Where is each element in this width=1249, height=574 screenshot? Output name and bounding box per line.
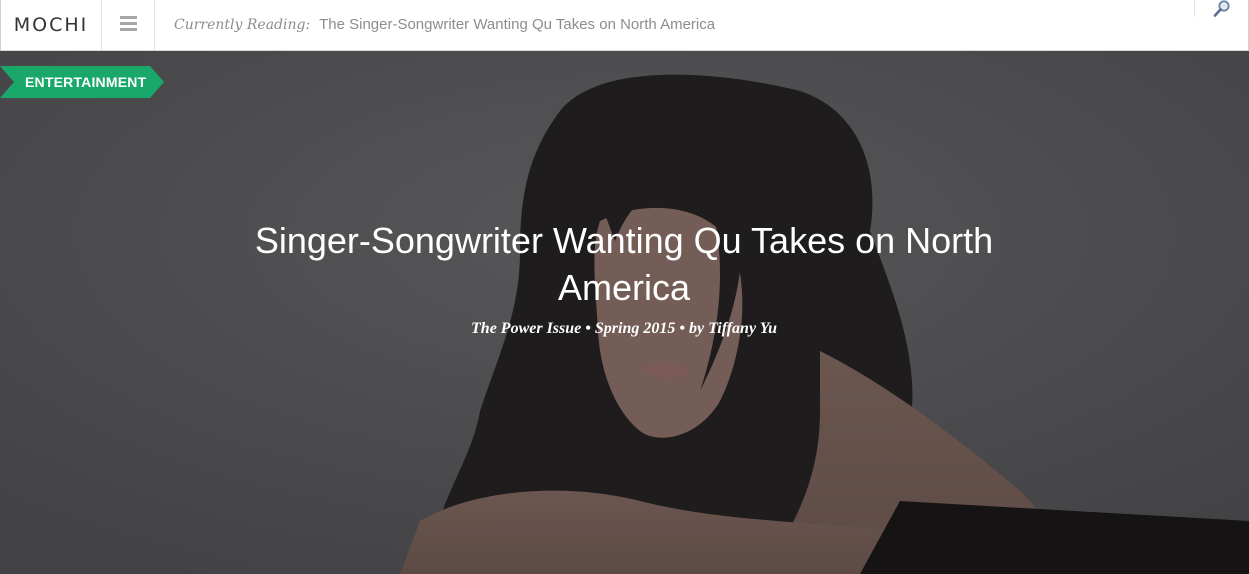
currently-reading-label: Currently Reading: xyxy=(174,17,311,33)
category-tag[interactable]: ENTERTAINMENT xyxy=(0,66,164,98)
byline-separator: • xyxy=(679,320,685,337)
currently-reading-title[interactable]: The Singer-Songwriter Wanting Qu Takes o… xyxy=(319,16,715,33)
hamburger-icon xyxy=(119,16,137,31)
currently-reading: Currently Reading: The Singer-Songwriter… xyxy=(174,16,715,33)
menu-button[interactable] xyxy=(102,0,155,50)
by-prefix: by xyxy=(688,320,705,337)
issue-link[interactable]: The Power Issue xyxy=(471,320,581,337)
search-button[interactable] xyxy=(1194,0,1248,17)
hero-image: ENTERTAINMENT Singer-Songwriter Wanting … xyxy=(0,51,1249,574)
article-byline: The Power Issue • Spring 2015 • by Tiffa… xyxy=(200,320,1048,338)
season-link[interactable]: Spring 2015 xyxy=(595,320,675,337)
site-header: MOCHI Currently Reading: The Singer-Song… xyxy=(0,0,1249,51)
site-logo[interactable]: MOCHI xyxy=(1,0,102,50)
category-label: ENTERTAINMENT xyxy=(25,74,147,90)
magnifier-icon xyxy=(1213,0,1230,17)
article-headline: Singer-Songwriter Wanting Qu Takes on No… xyxy=(254,220,994,308)
author-link[interactable]: Tiffany Yu xyxy=(708,320,777,337)
portrait-photo xyxy=(0,51,1249,574)
byline-separator: • xyxy=(585,320,591,337)
